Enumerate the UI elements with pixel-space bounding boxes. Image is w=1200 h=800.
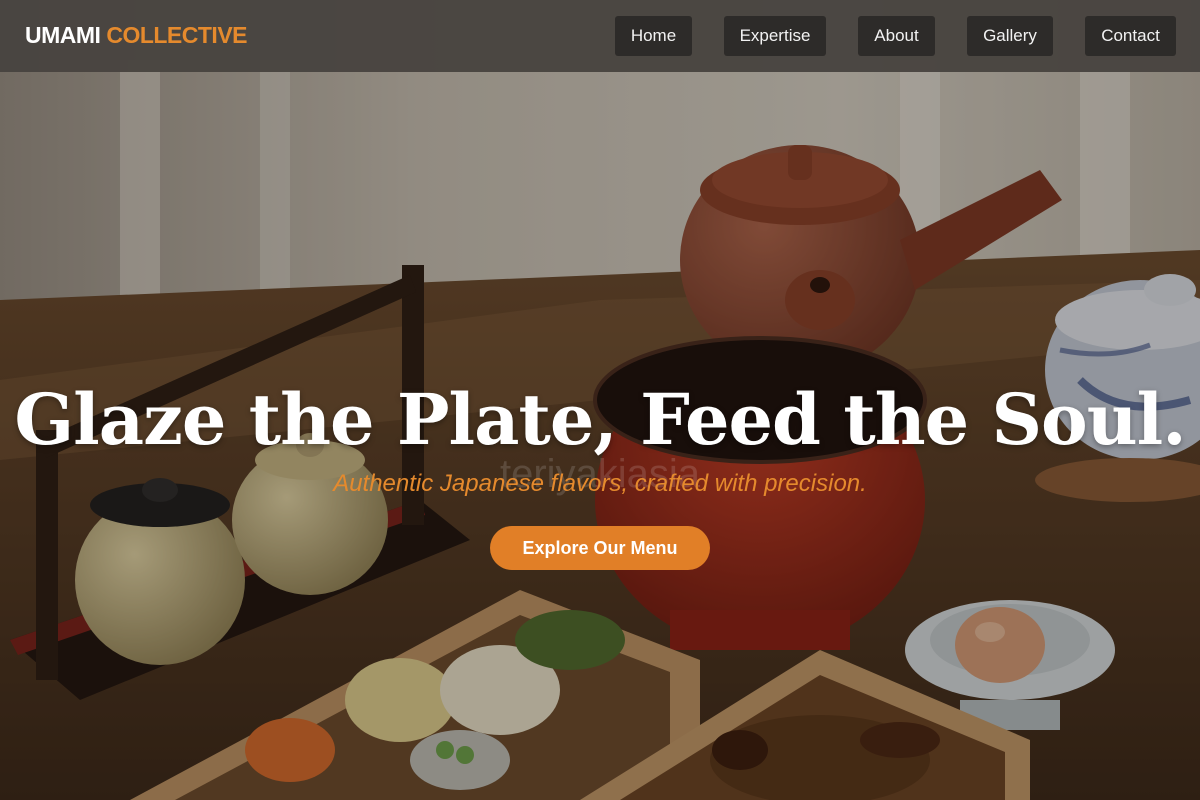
explore-menu-button[interactable]: Explore Our Menu [490,526,710,570]
nav-item-expertise[interactable]: Expertise [724,16,826,56]
nav-item-gallery[interactable]: Gallery [967,16,1053,56]
nav-item-home[interactable]: Home [615,16,692,56]
hero-headline: Glaze the Plate, Feed the Soul. [14,378,1186,461]
top-navigation-bar: UMAMI COLLECTIVE Home Expertise About Ga… [0,0,1200,72]
main-nav: Home Expertise About Gallery Contact [0,16,1200,56]
nav-item-about[interactable]: About [858,16,935,56]
hero-subline: Authentic Japanese flavors, crafted with… [333,470,867,497]
nav-item-contact[interactable]: Contact [1085,16,1176,56]
